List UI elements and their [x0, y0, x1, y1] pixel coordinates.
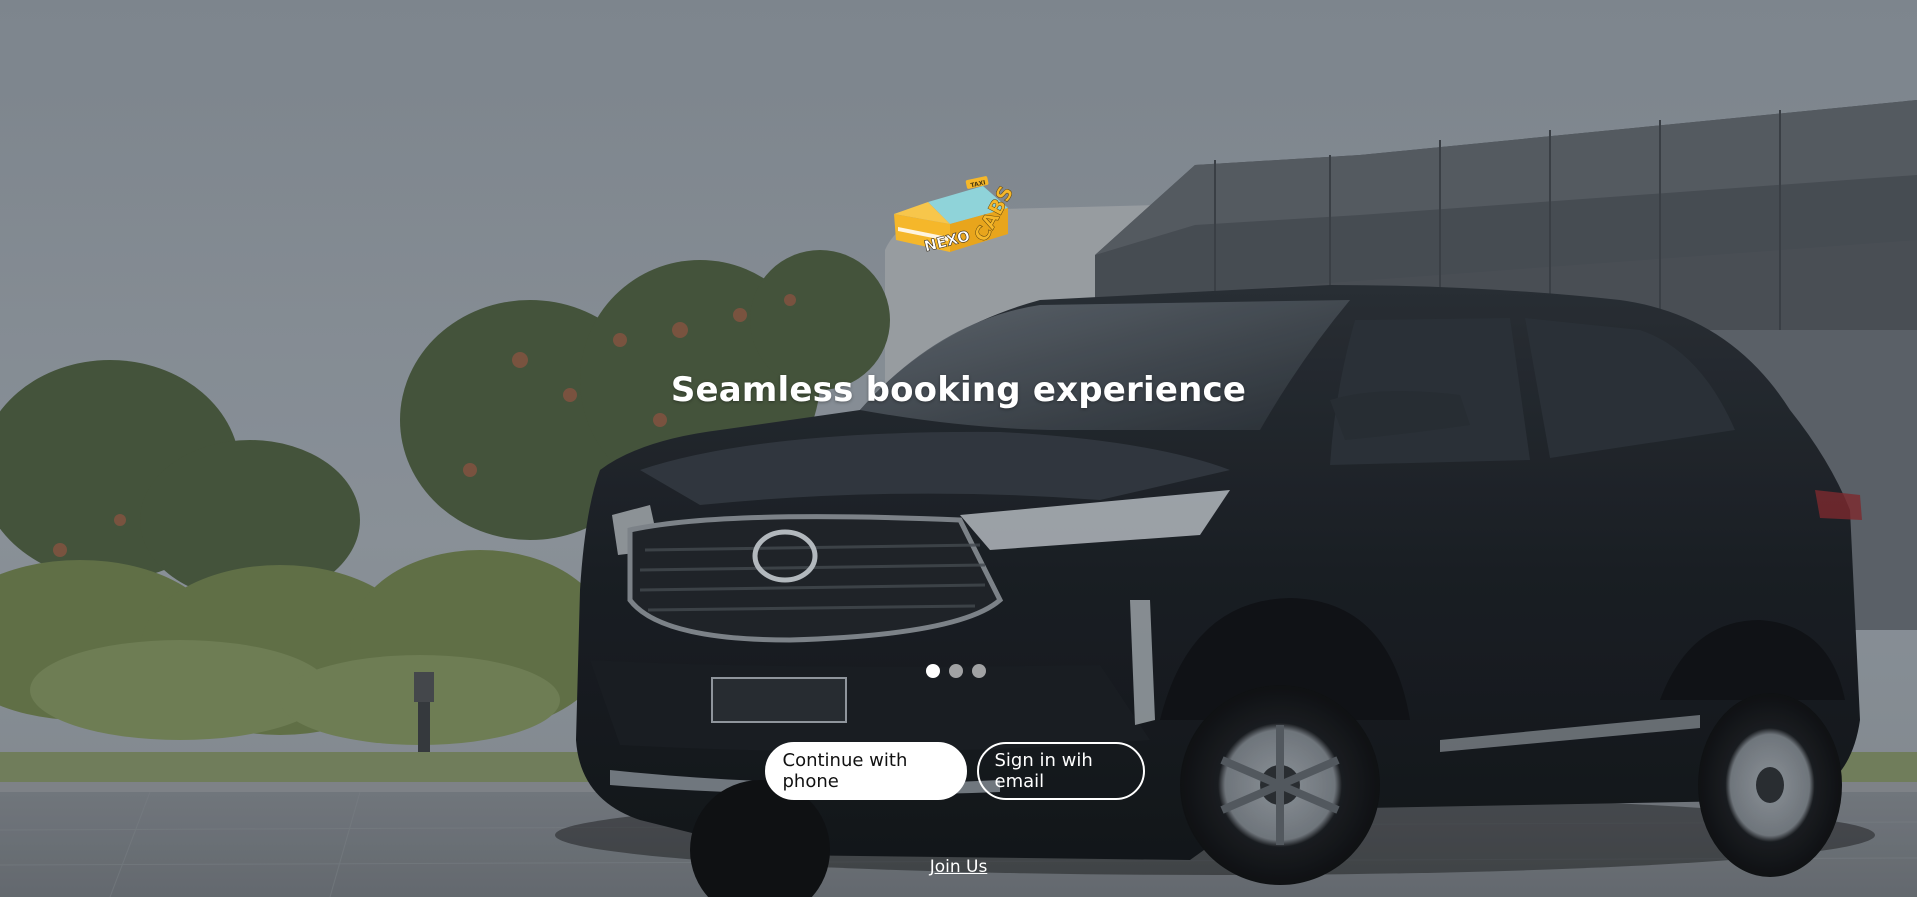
nexo-cabs-logo: TAXI NEXO CABS: [888, 172, 1018, 262]
welcome-screen: TAXI NEXO CABS Seamless booking experien…: [0, 0, 1917, 897]
join-us-link[interactable]: Join Us: [0, 857, 1917, 877]
hero-headline: Seamless booking experience: [670, 370, 1247, 410]
carousel-dot-2[interactable]: [949, 664, 963, 678]
sign-in-with-email-button[interactable]: Sign in wih email: [976, 742, 1145, 800]
auth-actions: Continue with phone Sign in wih email: [0, 742, 1917, 800]
continue-with-phone-button[interactable]: Continue with phone: [764, 742, 967, 800]
welcome-overlay: TAXI NEXO CABS Seamless booking experien…: [0, 0, 1917, 897]
carousel-dot-1[interactable]: [926, 664, 940, 678]
carousel-dot-3[interactable]: [972, 664, 986, 678]
carousel-indicator: [926, 664, 986, 678]
